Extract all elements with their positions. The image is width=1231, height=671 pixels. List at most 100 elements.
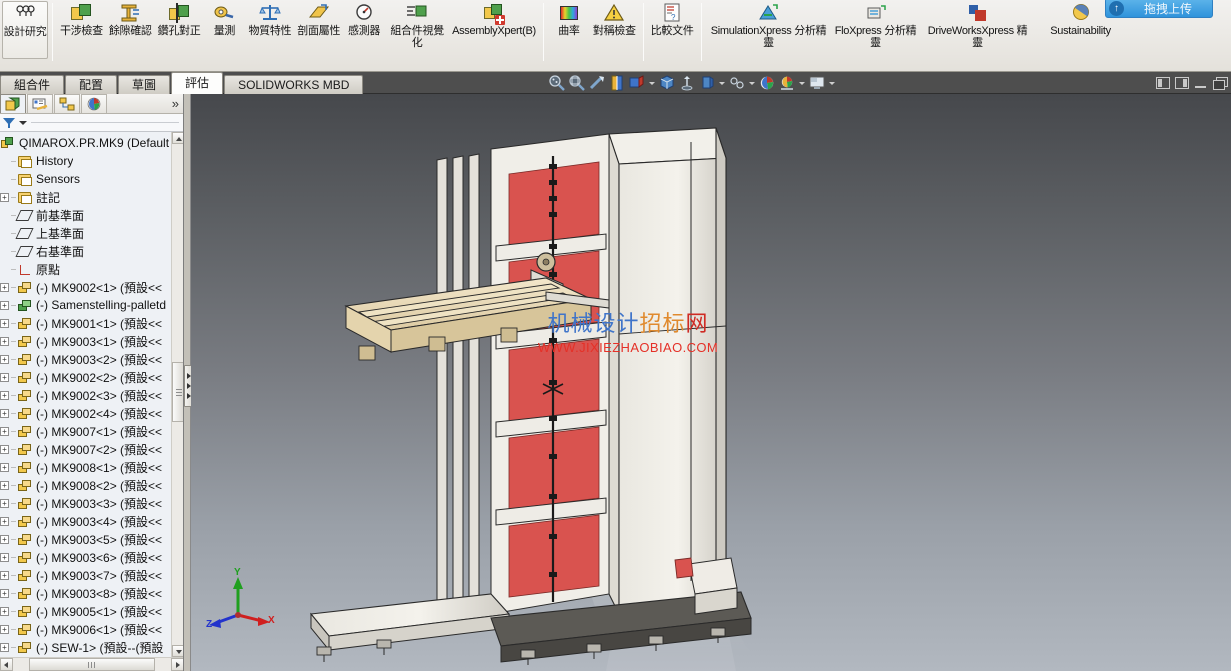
tree-expand-toggle[interactable]: + bbox=[0, 318, 9, 328]
zoom-to-fit-icon[interactable] bbox=[548, 74, 566, 92]
tree-expand-toggle[interactable]: + bbox=[0, 534, 9, 544]
filter-input[interactable] bbox=[31, 122, 179, 123]
tree-item[interactable]: + (-) MK9007<2> (預設<< bbox=[0, 440, 171, 458]
tree-item[interactable]: + (-) Samenstelling-palletd bbox=[0, 296, 171, 314]
tree-item[interactable]: + (-) MK9008<2> (預設<< bbox=[0, 476, 171, 494]
tree-item[interactable]: + (-) MK9007<1> (預設<< bbox=[0, 422, 171, 440]
tree-item[interactable]: + (-) MK9003<3> (預設<< bbox=[0, 494, 171, 512]
tree-root-item[interactable]: QIMAROX.PR.MK9 (Default bbox=[0, 134, 171, 152]
hole-alignment-button[interactable]: 鑽孔對正 bbox=[155, 2, 204, 64]
sensor-button[interactable]: 感測器 bbox=[343, 2, 385, 64]
scroll-up-button[interactable] bbox=[172, 132, 183, 144]
display-manager-tab[interactable] bbox=[81, 94, 107, 113]
curvature-button[interactable]: 曲率 bbox=[548, 2, 590, 64]
apply-scene-dropdown-arrow[interactable] bbox=[748, 74, 756, 92]
feature-manager-tab[interactable] bbox=[0, 94, 26, 113]
tree-item[interactable]: + (-) MK9003<4> (預設<< bbox=[0, 512, 171, 530]
tree-item[interactable]: + (-) SEW-1> (預設--(預設 bbox=[0, 638, 171, 656]
tree-item[interactable]: History bbox=[0, 152, 171, 170]
clearance-verification-button[interactable]: 餘隙確認 bbox=[106, 2, 155, 64]
tree-item[interactable]: + (-) MK9002<1> (預設<< bbox=[0, 278, 171, 296]
scroll-down-button[interactable] bbox=[172, 645, 183, 657]
hide-show-items-icon[interactable] bbox=[678, 74, 696, 92]
vertical-scroll-thumb[interactable] bbox=[172, 362, 183, 422]
tree-expand-toggle[interactable]: + bbox=[0, 372, 9, 382]
tree-item[interactable]: 前基準面 bbox=[0, 206, 171, 224]
driveworksxpress-button[interactable]: DriveWorksXpress 精靈 bbox=[920, 2, 1036, 64]
drag-upload-widget[interactable]: ↑ 拖拽上传 bbox=[1105, 0, 1213, 18]
section-view-icon[interactable] bbox=[608, 74, 626, 92]
tree-item[interactable]: + (-) MK9006<1> (預設<< bbox=[0, 620, 171, 638]
dock-left-button[interactable] bbox=[1156, 77, 1170, 89]
realview-graphics-icon[interactable] bbox=[778, 74, 796, 92]
interference-check-button[interactable]: 干涉檢查 bbox=[57, 2, 106, 64]
tree-expand-toggle[interactable]: + bbox=[0, 336, 9, 346]
tree-vertical-scrollbar[interactable] bbox=[171, 132, 183, 657]
tree-item[interactable]: + (-) MK9002<4> (預設<< bbox=[0, 404, 171, 422]
property-manager-tab[interactable] bbox=[27, 94, 53, 113]
configuration-manager-tab[interactable] bbox=[54, 94, 80, 113]
restore-button[interactable] bbox=[1213, 77, 1228, 90]
tree-expand-toggle[interactable]: + bbox=[0, 498, 9, 508]
graphics-viewport[interactable]: 机械设计招标网 WWW.JIXIEZHAOBIAO.COM Y X Z bbox=[191, 94, 1231, 671]
tree-expand-toggle[interactable]: + bbox=[0, 606, 9, 616]
tree-expand-toggle[interactable]: + bbox=[0, 624, 9, 634]
tree-item[interactable]: + (-) MK9003<8> (預設<< bbox=[0, 584, 171, 602]
tree-expand-toggle[interactable]: + bbox=[0, 300, 9, 310]
zoom-to-area-icon[interactable] bbox=[568, 74, 586, 92]
expand-panel-chevron[interactable]: » bbox=[172, 96, 179, 111]
tree-expand-toggle[interactable]: + bbox=[0, 354, 9, 364]
tree-item[interactable]: + (-) MK9005<1> (預設<< bbox=[0, 602, 171, 620]
tree-expand-toggle[interactable]: + bbox=[0, 588, 9, 598]
horizontal-scroll-thumb[interactable] bbox=[29, 658, 155, 671]
tab-layout[interactable]: 配置 bbox=[65, 75, 118, 94]
tree-expand-toggle[interactable]: + bbox=[0, 444, 9, 454]
edit-appearance-icon[interactable] bbox=[698, 74, 716, 92]
compare-documents-button[interactable]: ? 比較文件 bbox=[648, 2, 697, 64]
tree-filter-bar[interactable] bbox=[0, 114, 183, 132]
model-3d-view[interactable] bbox=[191, 94, 1231, 671]
section-properties-button[interactable]: 剖面屬性 bbox=[294, 2, 343, 64]
previous-view-icon[interactable] bbox=[588, 74, 606, 92]
tree-expand-toggle[interactable]: + bbox=[0, 642, 9, 652]
simulationxpress-button[interactable]: SimulationXpress 分析精靈 bbox=[706, 2, 832, 64]
measure-button[interactable]: 量測 bbox=[203, 2, 245, 64]
tab-solidworks-mbd[interactable]: SOLIDWORKS MBD bbox=[224, 75, 364, 94]
tab-assembly[interactable]: 組合件 bbox=[0, 75, 65, 94]
viewport-layout-icon[interactable] bbox=[808, 74, 826, 92]
tree-item[interactable]: + (-) MK9008<1> (預設<< bbox=[0, 458, 171, 476]
tree-item[interactable]: + (-) MK9003<1> (預設<< bbox=[0, 332, 171, 350]
view-orientation-dropdown-arrow[interactable] bbox=[648, 74, 656, 92]
display-style-icon[interactable] bbox=[658, 74, 676, 92]
design-study-button[interactable]: 設計研究 bbox=[2, 1, 48, 59]
tree-expand-toggle[interactable]: + bbox=[0, 282, 9, 292]
dock-right-button[interactable] bbox=[1175, 77, 1189, 89]
tree-item[interactable]: + (-) MK9003<7> (預設<< bbox=[0, 566, 171, 584]
apply-scene-icon[interactable] bbox=[728, 74, 746, 92]
viewport-layout-dropdown-arrow[interactable] bbox=[828, 74, 836, 92]
view-settings-icon[interactable] bbox=[758, 74, 776, 92]
tree-item[interactable]: + (-) MK9003<6> (預設<< bbox=[0, 548, 171, 566]
tree-expand-toggle[interactable]: + bbox=[0, 426, 9, 436]
tree-expand-toggle[interactable]: + bbox=[0, 570, 9, 580]
tree-expand-toggle[interactable]: + bbox=[0, 480, 9, 490]
tree-expand-toggle[interactable]: + bbox=[0, 516, 9, 526]
tree-expand-toggle[interactable]: + bbox=[0, 462, 9, 472]
tree-item[interactable]: + (-) MK9003<5> (預設<< bbox=[0, 530, 171, 548]
tree-expand-toggle[interactable]: + bbox=[0, 552, 9, 562]
tree-item[interactable]: 上基準面 bbox=[0, 224, 171, 242]
tree-expand-toggle[interactable]: + bbox=[0, 408, 9, 418]
mass-properties-button[interactable]: 物質特性 bbox=[245, 2, 294, 64]
horizontal-scroll-track[interactable] bbox=[13, 658, 171, 671]
tree-item[interactable]: + (-) MK9001<1> (預設<< bbox=[0, 314, 171, 332]
tree-item[interactable]: Sensors bbox=[0, 170, 171, 188]
floxpress-button[interactable]: FloXpress 分析精靈 bbox=[832, 2, 920, 64]
tree-item[interactable]: + (-) MK9003<2> (預設<< bbox=[0, 350, 171, 368]
symmetry-check-button[interactable]: 對稱檢查 bbox=[590, 2, 639, 64]
tree-item[interactable]: 原點 bbox=[0, 260, 171, 278]
tab-evaluate[interactable]: 評估 bbox=[171, 72, 224, 94]
edit-appearance-dropdown-arrow[interactable] bbox=[718, 74, 726, 92]
tab-sketch[interactable]: 草圖 bbox=[118, 75, 171, 94]
tree-item[interactable]: + (-) MK9002<3> (預設<< bbox=[0, 386, 171, 404]
minimize-button[interactable] bbox=[1194, 77, 1208, 89]
